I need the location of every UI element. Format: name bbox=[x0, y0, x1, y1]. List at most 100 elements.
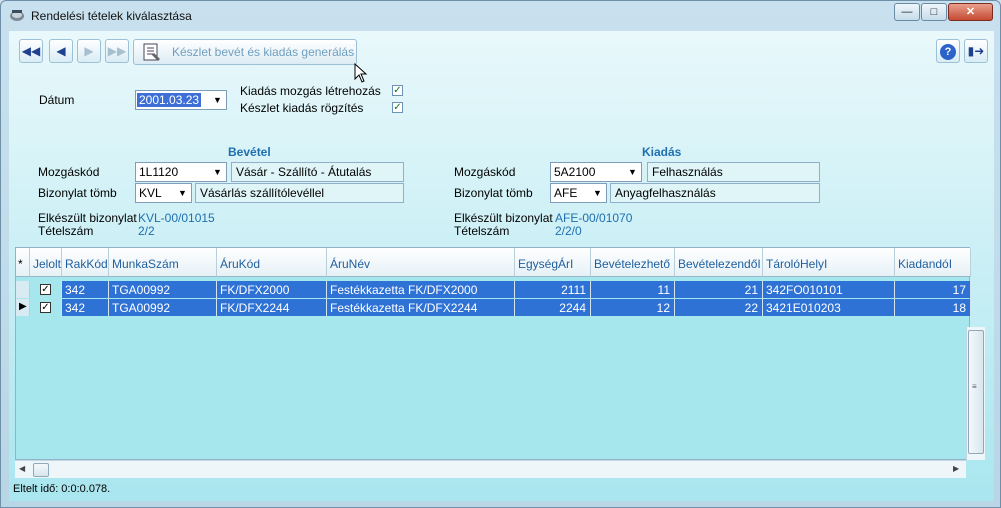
cell-arukod[interactable]: FK/DFX2244 bbox=[217, 299, 327, 316]
mouse-cursor-icon bbox=[354, 63, 368, 83]
chevron-down-icon[interactable]: ▼ bbox=[209, 163, 226, 181]
generate-stock-button[interactable]: Készlet bevét és kiadás generálás bbox=[133, 39, 357, 65]
help-button[interactable]: ? bbox=[936, 39, 960, 63]
close-button[interactable]: ✕ bbox=[948, 3, 993, 21]
row-checkbox[interactable]: ✓ bbox=[40, 302, 51, 313]
exit-button[interactable]: ▮➜ bbox=[964, 39, 988, 63]
column-header-kiadandoi[interactable]: KiadandóI bbox=[895, 248, 971, 277]
table-row[interactable]: ▶ ✓ 342 TGA00992 FK/DFX2244 Festékkazett… bbox=[16, 299, 971, 316]
cell-munkaszam[interactable]: TGA00992 bbox=[109, 299, 217, 316]
row-checkbox[interactable]: ✓ bbox=[40, 284, 51, 295]
income-section-title: Bevétel bbox=[228, 145, 271, 159]
cell-arukod[interactable]: FK/DFX2000 bbox=[217, 281, 327, 298]
cell-bevetelezendoi[interactable]: 21 bbox=[675, 281, 763, 298]
row-indicator[interactable] bbox=[16, 281, 30, 298]
window-title: Rendelési tételek kiválasztása bbox=[31, 9, 192, 23]
column-header-arunev[interactable]: ÁruNév bbox=[327, 248, 515, 277]
toolbar: ◀◀ ◀ ▶ ▶▶ Készlet bevét és kiadás generá… bbox=[9, 31, 994, 69]
cell-bevetelezendoi[interactable]: 22 bbox=[675, 299, 763, 316]
minimize-icon: — bbox=[901, 6, 913, 18]
generate-document-icon bbox=[143, 43, 160, 61]
date-label: Dátum bbox=[39, 93, 75, 107]
income-movement-code-label: Mozgáskód bbox=[38, 165, 100, 179]
chevron-down-icon[interactable]: ▼ bbox=[624, 163, 641, 181]
cell-egysegari[interactable]: 2244 bbox=[515, 299, 591, 316]
title-bar[interactable]: Rendelési tételek kiválasztása — □ ✕ bbox=[1, 1, 1000, 29]
horizontal-scroll-thumb[interactable] bbox=[33, 463, 49, 477]
checkbox-create-movement[interactable]: ✓ bbox=[392, 85, 403, 96]
first-record-button[interactable]: ◀◀ bbox=[19, 39, 43, 63]
cell-bevetelezheto[interactable]: 11 bbox=[591, 281, 675, 298]
cell-arunev[interactable]: Festékkazetta FK/DFX2244 bbox=[327, 299, 515, 316]
expense-doc-block-combo[interactable]: AFE ▼ bbox=[550, 183, 607, 203]
row-checkbox-cell[interactable]: ✓ bbox=[30, 281, 62, 298]
maximize-button[interactable]: □ bbox=[921, 3, 947, 21]
expense-item-count-label: Tételszám bbox=[454, 224, 510, 238]
horizontal-scrollbar[interactable]: ◀ ▶ bbox=[15, 460, 966, 478]
income-movement-code-combo[interactable]: 1L1120 ▼ bbox=[135, 162, 227, 182]
cell-munkaszam[interactable]: TGA00992 bbox=[109, 281, 217, 298]
next-record-button[interactable]: ▶ bbox=[77, 39, 101, 63]
table-row[interactable]: ✓ 342 TGA00992 FK/DFX2000 Festékkazetta … bbox=[16, 281, 971, 298]
expense-item-count-value: 2/2/0 bbox=[555, 224, 582, 238]
client-area: ◀◀ ◀ ▶ ▶▶ Készlet bevét és kiadás generá… bbox=[9, 31, 994, 501]
generate-stock-label: Készlet bevét és kiadás generálás bbox=[172, 45, 355, 59]
grip-icon: ≡ bbox=[972, 382, 977, 391]
grid-header: * Jelolt RakKód MunkaSzám ÁruKód ÁruNév … bbox=[16, 248, 971, 277]
income-completed-doc-label: Elkészült bizonylat bbox=[38, 211, 137, 225]
vertical-scroll-thumb[interactable]: ≡ bbox=[968, 330, 984, 454]
row-indicator-current[interactable]: ▶ bbox=[16, 299, 30, 316]
income-item-count-value: 2/2 bbox=[138, 224, 155, 238]
checkbox-record-stock[interactable]: ✓ bbox=[392, 102, 403, 113]
exit-icon: ▮➜ bbox=[967, 44, 985, 58]
expense-section-title: Kiadás bbox=[642, 145, 682, 159]
cell-kiadandoi[interactable]: 18 bbox=[895, 299, 971, 316]
chevron-down-icon[interactable]: ▼ bbox=[174, 184, 191, 202]
scroll-right-icon[interactable]: ▶ bbox=[953, 464, 959, 473]
expense-movement-code-label: Mozgáskód bbox=[454, 165, 516, 179]
items-grid[interactable]: * Jelolt RakKód MunkaSzám ÁruKód ÁruNév … bbox=[15, 247, 971, 460]
chevron-down-icon[interactable]: ▼ bbox=[209, 91, 226, 109]
status-bar-text: Eltelt idő: 0:0:0.078. bbox=[13, 483, 111, 495]
cell-egysegari[interactable]: 2111 bbox=[515, 281, 591, 298]
chevron-down-icon[interactable]: ▼ bbox=[589, 184, 606, 202]
column-header-jelolt[interactable]: Jelolt bbox=[30, 248, 62, 277]
last-record-icon: ▶▶ bbox=[107, 44, 127, 58]
current-row-arrow-icon: ▶ bbox=[19, 301, 27, 312]
cell-tarolohelyi[interactable]: 3421E010203 bbox=[763, 299, 895, 316]
income-item-count-label: Tételszám bbox=[38, 224, 94, 238]
close-icon: ✕ bbox=[965, 6, 976, 18]
column-header-bevetelezendoi[interactable]: BevételezendőI bbox=[675, 248, 763, 277]
row-checkbox-cell[interactable]: ✓ bbox=[30, 299, 62, 316]
vertical-scrollbar[interactable]: ≡ bbox=[966, 327, 985, 460]
column-header-munkaszam[interactable]: MunkaSzám bbox=[109, 248, 217, 277]
cell-rakkod[interactable]: 342 bbox=[62, 299, 109, 316]
previous-record-icon: ◀ bbox=[56, 44, 66, 58]
income-completed-doc-value: KVL-00/01015 bbox=[138, 211, 215, 225]
column-header-arukod[interactable]: ÁruKód bbox=[217, 248, 327, 277]
income-doc-block-label: Bizonylat tömb bbox=[38, 186, 117, 200]
cell-bevetelezheto[interactable]: 12 bbox=[591, 299, 675, 316]
minimize-button[interactable]: — bbox=[894, 3, 920, 21]
income-movement-code-value: 1L1120 bbox=[139, 165, 179, 179]
cell-rakkod[interactable]: 342 bbox=[62, 281, 109, 298]
column-header-tarolohelyi[interactable]: TárolóHelyI bbox=[763, 248, 895, 277]
column-header-egysegari[interactable]: EgységÁrI bbox=[515, 248, 591, 277]
expense-doc-block-label: Bizonylat tömb bbox=[454, 186, 533, 200]
cell-tarolohelyi[interactable]: 342FO010101 bbox=[763, 281, 895, 298]
maximize-icon: □ bbox=[930, 6, 938, 18]
column-header-bevetelezheto[interactable]: Bevételezhető bbox=[591, 248, 675, 277]
scroll-left-icon[interactable]: ◀ bbox=[19, 464, 25, 473]
app-icon bbox=[10, 10, 24, 21]
date-combo[interactable]: 2001.03.23 ▼ bbox=[135, 90, 227, 110]
column-header-rakkod[interactable]: RakKód bbox=[62, 248, 109, 277]
main-window: Rendelési tételek kiválasztása — □ ✕ ◀◀ … bbox=[0, 0, 1001, 508]
previous-record-button[interactable]: ◀ bbox=[49, 39, 73, 63]
first-record-icon: ◀◀ bbox=[21, 44, 41, 58]
cell-kiadandoi[interactable]: 17 bbox=[895, 281, 971, 298]
income-doc-block-value: KVL bbox=[139, 186, 162, 200]
cell-arunev[interactable]: Festékkazetta FK/DFX2000 bbox=[327, 281, 515, 298]
last-record-button[interactable]: ▶▶ bbox=[105, 39, 129, 63]
expense-movement-code-combo[interactable]: 5A2100 ▼ bbox=[550, 162, 642, 182]
income-doc-block-combo[interactable]: KVL ▼ bbox=[135, 183, 192, 203]
